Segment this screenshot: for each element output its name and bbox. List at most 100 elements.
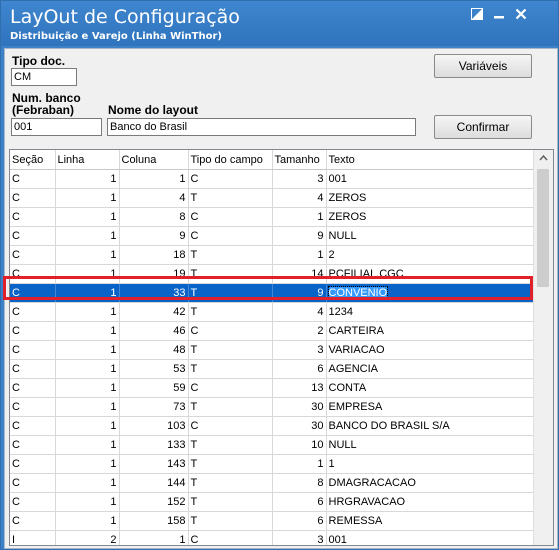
table-row[interactable]: C 1 143 T 1 1	[10, 454, 534, 474]
cell-texto[interactable]: 001	[326, 169, 534, 189]
cell-secao[interactable]: C	[10, 340, 56, 360]
cell-tamanho[interactable]: 1	[272, 207, 327, 227]
cell-tamanho[interactable]: 9	[272, 226, 327, 246]
column-header-tipo-campo[interactable]: Tipo do campo	[188, 150, 273, 170]
vertical-scrollbar[interactable]	[533, 150, 553, 545]
cell-texto[interactable]: NULL	[326, 226, 534, 246]
minimize-icon[interactable]	[489, 5, 509, 23]
cell-tipo-campo[interactable]: T	[188, 492, 273, 512]
cell-linha[interactable]: 1	[55, 302, 120, 322]
cell-coluna[interactable]: 8	[119, 207, 189, 227]
cell-texto[interactable]: DMAGRACACAO	[326, 473, 534, 493]
cell-tamanho[interactable]: 3	[272, 530, 327, 545]
layout-grid[interactable]: Seção Linha Coluna Tipo do campo Tamanho…	[9, 149, 554, 546]
cell-linha[interactable]: 1	[55, 359, 120, 379]
table-row[interactable]: C 1 33 T 9 CONVENIO	[10, 283, 534, 303]
cell-texto[interactable]: CONTA	[326, 378, 534, 398]
cell-coluna[interactable]: 73	[119, 397, 189, 417]
column-header-tamanho[interactable]: Tamanho	[272, 150, 327, 170]
cell-linha[interactable]: 1	[55, 321, 120, 341]
column-header-secao[interactable]: Seção	[10, 150, 56, 170]
cell-linha[interactable]: 1	[55, 226, 120, 246]
cell-secao[interactable]: C	[10, 188, 56, 208]
column-header-texto[interactable]: Texto	[326, 150, 534, 170]
cell-tipo-campo[interactable]: T	[188, 340, 273, 360]
cell-tipo-campo[interactable]: T	[188, 454, 273, 474]
cell-secao[interactable]: C	[10, 226, 56, 246]
column-header-coluna[interactable]: Coluna	[119, 150, 189, 170]
cell-tipo-campo[interactable]: C	[188, 207, 273, 227]
cell-tipo-campo[interactable]: C	[188, 416, 273, 436]
cell-coluna[interactable]: 143	[119, 454, 189, 474]
cell-coluna[interactable]: 9	[119, 226, 189, 246]
cell-linha[interactable]: 1	[55, 435, 120, 455]
cell-secao[interactable]: C	[10, 207, 56, 227]
cell-texto[interactable]: 2	[326, 245, 534, 265]
cell-editor[interactable]: CONVENIO	[327, 286, 389, 300]
cell-tipo-campo[interactable]: C	[188, 226, 273, 246]
table-row[interactable]: C 1 46 C 2 CARTEIRA	[10, 321, 534, 341]
cell-tamanho[interactable]: 14	[272, 264, 327, 284]
cell-tipo-campo[interactable]: C	[188, 169, 273, 189]
cell-coluna[interactable]: 48	[119, 340, 189, 360]
cell-tamanho[interactable]: 3	[272, 169, 327, 189]
cell-tipo-campo[interactable]: T	[188, 359, 273, 379]
table-row[interactable]: C 1 53 T 6 AGENCIA	[10, 359, 534, 379]
cell-coluna[interactable]: 59	[119, 378, 189, 398]
cell-tamanho[interactable]: 1	[272, 245, 327, 265]
cell-tamanho[interactable]: 6	[272, 492, 327, 512]
cell-coluna[interactable]: 53	[119, 359, 189, 379]
table-row[interactable]: C 1 19 T 14 PCFILIAL.CGC	[10, 264, 534, 284]
cell-linha[interactable]: 1	[55, 454, 120, 474]
cell-secao[interactable]: C	[10, 511, 56, 531]
cell-linha[interactable]: 1	[55, 511, 120, 531]
cell-coluna[interactable]: 144	[119, 473, 189, 493]
cell-tipo-campo[interactable]: T	[188, 511, 273, 531]
cell-linha[interactable]: 1	[55, 245, 120, 265]
cell-coluna[interactable]: 33	[119, 283, 189, 303]
cell-linha[interactable]: 1	[55, 283, 120, 303]
table-row[interactable]: C 1 103 C 30 BANCO DO BRASIL S/A	[10, 416, 534, 436]
cell-tipo-campo[interactable]: T	[188, 473, 273, 493]
cell-coluna[interactable]: 103	[119, 416, 189, 436]
cell-linha[interactable]: 2	[55, 530, 120, 545]
table-row[interactable]: C 1 42 T 4 1234	[10, 302, 534, 322]
cell-tipo-campo[interactable]: T	[188, 397, 273, 417]
close-icon[interactable]	[511, 5, 531, 23]
cell-linha[interactable]: 1	[55, 188, 120, 208]
cell-secao[interactable]: C	[10, 245, 56, 265]
tipo-doc-field[interactable]: CM	[11, 68, 77, 86]
cell-linha[interactable]: 1	[55, 340, 120, 360]
cell-secao[interactable]: C	[10, 321, 56, 341]
cell-texto[interactable]: CARTEIRA	[326, 321, 534, 341]
cell-secao[interactable]: C	[10, 454, 56, 474]
cell-tipo-campo[interactable]: T	[188, 435, 273, 455]
cell-tamanho[interactable]: 4	[272, 302, 327, 322]
confirmar-button[interactable]: Confirmar	[434, 115, 532, 139]
cell-tamanho[interactable]: 1	[272, 454, 327, 474]
cell-tipo-campo[interactable]: T	[188, 188, 273, 208]
cell-secao[interactable]: C	[10, 378, 56, 398]
table-row[interactable]: C 1 18 T 1 2	[10, 245, 534, 265]
cell-tamanho[interactable]: 3	[272, 340, 327, 360]
cell-tamanho[interactable]: 2	[272, 321, 327, 341]
cell-texto[interactable]: BANCO DO BRASIL S/A	[326, 416, 534, 436]
table-row[interactable]: C 1 4 T 4 ZEROS	[10, 188, 534, 208]
scrollbar-thumb[interactable]	[537, 169, 549, 287]
edit-window-icon[interactable]	[467, 5, 487, 23]
cell-linha[interactable]: 1	[55, 492, 120, 512]
table-row[interactable]: C 1 73 T 30 EMPRESA	[10, 397, 534, 417]
cell-coluna[interactable]: 4	[119, 188, 189, 208]
cell-tipo-campo[interactable]: C	[188, 321, 273, 341]
cell-tipo-campo[interactable]: C	[188, 530, 273, 545]
cell-tamanho[interactable]: 9	[272, 283, 327, 303]
cell-linha[interactable]: 1	[55, 473, 120, 493]
cell-linha[interactable]: 1	[55, 169, 120, 189]
cell-linha[interactable]: 1	[55, 416, 120, 436]
cell-tamanho[interactable]: 6	[272, 511, 327, 531]
cell-coluna[interactable]: 42	[119, 302, 189, 322]
column-header-linha[interactable]: Linha	[55, 150, 120, 170]
num-banco-field[interactable]: 001	[11, 118, 102, 136]
cell-texto[interactable]: EMPRESA	[326, 397, 534, 417]
table-row[interactable]: C 1 133 T 10 NULL	[10, 435, 534, 455]
